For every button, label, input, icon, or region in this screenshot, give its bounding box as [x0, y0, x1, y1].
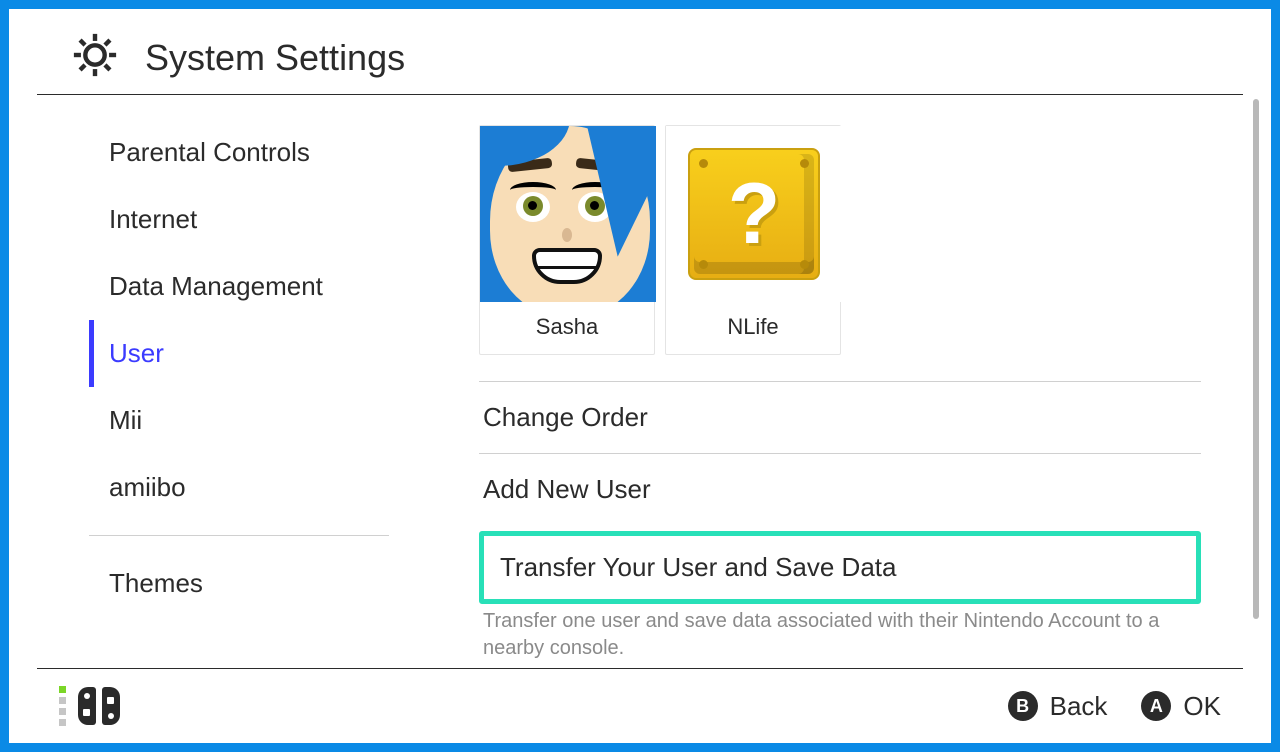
user-name-label: Sasha [480, 302, 654, 354]
back-button[interactable]: B Back [1008, 691, 1108, 722]
option-label: Change Order [483, 402, 648, 432]
sidebar-item-user[interactable]: User [89, 320, 409, 387]
user-name-label: NLife [666, 302, 840, 354]
sidebar-item-mii[interactable]: Mii [89, 387, 409, 454]
question-block-icon: ? [666, 126, 842, 302]
sidebar-item-label: Internet [109, 204, 197, 234]
header: System Settings [9, 9, 1271, 94]
option-description: Transfer one user and save data associat… [479, 608, 1201, 662]
controller-status-icon [59, 686, 120, 726]
option-label: Add New User [483, 474, 651, 504]
sidebar-divider [89, 535, 389, 536]
a-button-icon: A [1141, 691, 1171, 721]
mii-avatar-icon [480, 126, 656, 302]
gear-icon [73, 33, 145, 82]
ok-label: OK [1183, 691, 1221, 722]
sidebar: Parental Controls Internet Data Manageme… [9, 95, 409, 668]
sidebar-item-label: amiibo [109, 472, 186, 502]
sidebar-item-themes[interactable]: Themes [89, 550, 409, 617]
sidebar-item-parental-controls[interactable]: Parental Controls [89, 119, 409, 186]
sidebar-item-label: Parental Controls [109, 137, 310, 167]
sidebar-item-label: User [109, 338, 164, 368]
sidebar-item-amiibo[interactable]: amiibo [89, 454, 409, 521]
sidebar-item-internet[interactable]: Internet [89, 186, 409, 253]
sidebar-item-label: Themes [109, 568, 203, 598]
page-title: System Settings [145, 37, 405, 79]
sidebar-item-data-management[interactable]: Data Management [89, 253, 409, 320]
option-add-new-user[interactable]: Add New User [479, 454, 1201, 525]
b-button-icon: B [1008, 691, 1038, 721]
user-card-sasha[interactable]: Sasha [479, 125, 655, 355]
option-label: Transfer Your User and Save Data [500, 552, 896, 582]
user-card-nlife[interactable]: ? NLife [665, 125, 841, 355]
back-label: Back [1050, 691, 1108, 722]
option-change-order[interactable]: Change Order [479, 382, 1201, 453]
frame-corner-label: OLD CONSOLE [1079, 718, 1261, 746]
option-transfer-user-save-data[interactable]: Transfer Your User and Save Data [479, 531, 1201, 604]
sidebar-item-label: Data Management [109, 271, 323, 301]
ok-button[interactable]: A OK [1141, 691, 1221, 722]
main-panel: Sasha ? NLife [409, 95, 1271, 668]
sidebar-item-label: Mii [109, 405, 142, 435]
